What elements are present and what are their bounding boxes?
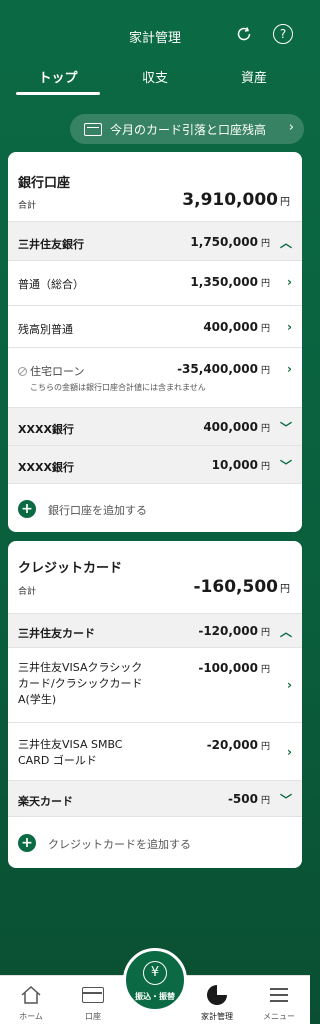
- nav-kakei-label: 家計管理: [201, 1012, 233, 1021]
- credit-card-label: 三井住友VISA SMBC CARD ゴールド: [18, 738, 123, 767]
- bank-group-name: XXXX銀行: [18, 423, 74, 436]
- help-icon[interactable]: ?: [273, 24, 293, 44]
- nav-account[interactable]: 口座: [62, 976, 124, 1024]
- chevron-right-icon: ›: [287, 678, 292, 692]
- card-group-value: -120,000 円: [198, 624, 270, 638]
- account-value: 400,000 円: [203, 320, 270, 334]
- loan-label: 住宅ローン: [18, 363, 84, 379]
- credit-card-row[interactable]: 三井住友VISA SMBC CARD ゴールド -20,000 円 ›: [8, 722, 302, 780]
- bottom-nav: ホーム 口座 ¥ 振込・振替 家計管理 メニュー: [0, 948, 310, 1024]
- nav-kakei[interactable]: 家計管理: [186, 976, 248, 1024]
- chevron-up-icon: ︿: [279, 236, 292, 250]
- bank-total-value: 3,910,000 円: [182, 190, 290, 210]
- nav-transfer[interactable]: ¥ 振込・振替: [123, 948, 187, 1012]
- tab-bar: トップ 収支 資産: [0, 67, 310, 97]
- account-label: 残高別普通: [18, 323, 73, 336]
- pie-chart-icon: [205, 984, 229, 1006]
- menu-icon: [267, 984, 291, 1006]
- chevron-right-icon: ›: [288, 120, 294, 135]
- chevron-right-icon: ›: [287, 362, 292, 376]
- card-group-row[interactable]: 三井住友カード -120,000 円 ︿: [8, 613, 302, 647]
- chevron-down-icon: ﹀: [279, 793, 292, 807]
- tab-assets[interactable]: 資産: [212, 67, 296, 86]
- tab-top[interactable]: トップ: [16, 67, 100, 86]
- plus-icon: +: [18, 500, 36, 518]
- bank-total-label: 合計: [18, 201, 37, 211]
- credit-section-title: クレジットカード: [18, 561, 123, 576]
- app-header: 家計管理 ? トップ 収支 資産: [0, 0, 310, 100]
- credit-card-value: -100,000 円: [198, 661, 270, 675]
- account-icon: [81, 984, 105, 1006]
- nav-menu-label: メニュー: [263, 1012, 295, 1021]
- plus-icon: +: [18, 834, 36, 852]
- card-group-name: 三井住友カード: [18, 627, 95, 640]
- page-title: 家計管理: [128, 31, 181, 46]
- yen-transfer-icon: ¥: [143, 961, 167, 985]
- loan-note: こちらの金額は銀行口座合計値には含まれません: [30, 383, 206, 392]
- bank-group-name: XXXX銀行: [18, 461, 74, 474]
- active-tab-indicator: [16, 92, 100, 95]
- bank-accounts-card: 銀行口座 合計 3,910,000 円 三井住友銀行 1,750,000 円 ︿ 普…: [8, 152, 302, 532]
- bank-group-name: 三井住友銀行: [18, 238, 84, 251]
- bank-group-row[interactable]: XXXX銀行 10,000 円 ﹀: [8, 445, 302, 483]
- account-value: 1,350,000 円: [190, 275, 270, 289]
- credit-total-label: 合計: [18, 587, 37, 597]
- card-group-row[interactable]: 楽天カード -500 円 ﹀: [8, 780, 302, 816]
- bank-group-value: 1,750,000 円: [190, 235, 270, 249]
- excluded-icon: [18, 367, 27, 376]
- nav-menu[interactable]: メニュー: [248, 976, 310, 1024]
- chevron-up-icon: ︿: [279, 625, 292, 639]
- bank-group-row[interactable]: 三井住友銀行 1,750,000 円 ︿: [8, 221, 302, 260]
- credit-card-label: 三井住友VISAクラシック カード/クラシックカード A(学生): [18, 661, 143, 706]
- add-bank-label: 銀行口座を追加する: [48, 504, 147, 517]
- nav-home[interactable]: ホーム: [0, 976, 62, 1024]
- credit-card-value: -20,000 円: [206, 738, 270, 752]
- chevron-right-icon: ›: [287, 320, 292, 334]
- account-row[interactable]: 普通（総合） 1,350,000 円 ›: [8, 260, 302, 305]
- bank-group-value: 10,000 円: [211, 458, 270, 472]
- account-label: 普通（総合）: [18, 278, 84, 291]
- card-withdrawal-balance-button[interactable]: 今月のカード引落と口座残高 ›: [70, 114, 304, 144]
- pill-label: 今月のカード引落と口座残高: [110, 122, 267, 137]
- card-group-value: -500 円: [227, 792, 270, 806]
- add-card-label: クレジットカードを追加する: [48, 838, 191, 851]
- home-icon: [19, 984, 43, 1006]
- chevron-down-icon: ﹀: [279, 421, 292, 435]
- loan-value: -35,400,000 円: [177, 362, 270, 376]
- refresh-icon[interactable]: [234, 24, 254, 44]
- nav-transfer-label: 振込・振替: [135, 992, 175, 1001]
- add-bank-account-button[interactable]: + 銀行口座を追加する: [8, 483, 302, 532]
- account-row[interactable]: 残高別普通 400,000 円 ›: [8, 305, 302, 347]
- bank-section-title: 銀行口座: [18, 176, 71, 191]
- bank-group-row[interactable]: XXXX銀行 400,000 円 ﹀: [8, 407, 302, 445]
- add-credit-card-button[interactable]: + クレジットカードを追加する: [8, 816, 302, 868]
- credit-cards-card: クレジットカード 合計 -160,500 円 三井住友カード -120,000 円 …: [8, 541, 302, 868]
- loan-row[interactable]: 住宅ローン -35,400,000 円 › こちらの金額は銀行口座合計値には含まれ…: [8, 347, 302, 407]
- nav-home-label: ホーム: [19, 1012, 43, 1021]
- credit-total-value: -160,500 円: [193, 577, 291, 597]
- bank-group-value: 400,000 円: [203, 420, 270, 434]
- chevron-down-icon: ﹀: [279, 459, 292, 473]
- tab-income-expense[interactable]: 収支: [113, 67, 197, 86]
- credit-card-row[interactable]: 三井住友VISAクラシック カード/クラシックカード A(学生) -100,00…: [8, 647, 302, 722]
- card-group-name: 楽天カード: [18, 795, 73, 808]
- chevron-right-icon: ›: [287, 275, 292, 289]
- credit-card-icon: [84, 122, 102, 136]
- chevron-right-icon: ›: [287, 745, 292, 759]
- nav-account-label: 口座: [85, 1012, 101, 1021]
